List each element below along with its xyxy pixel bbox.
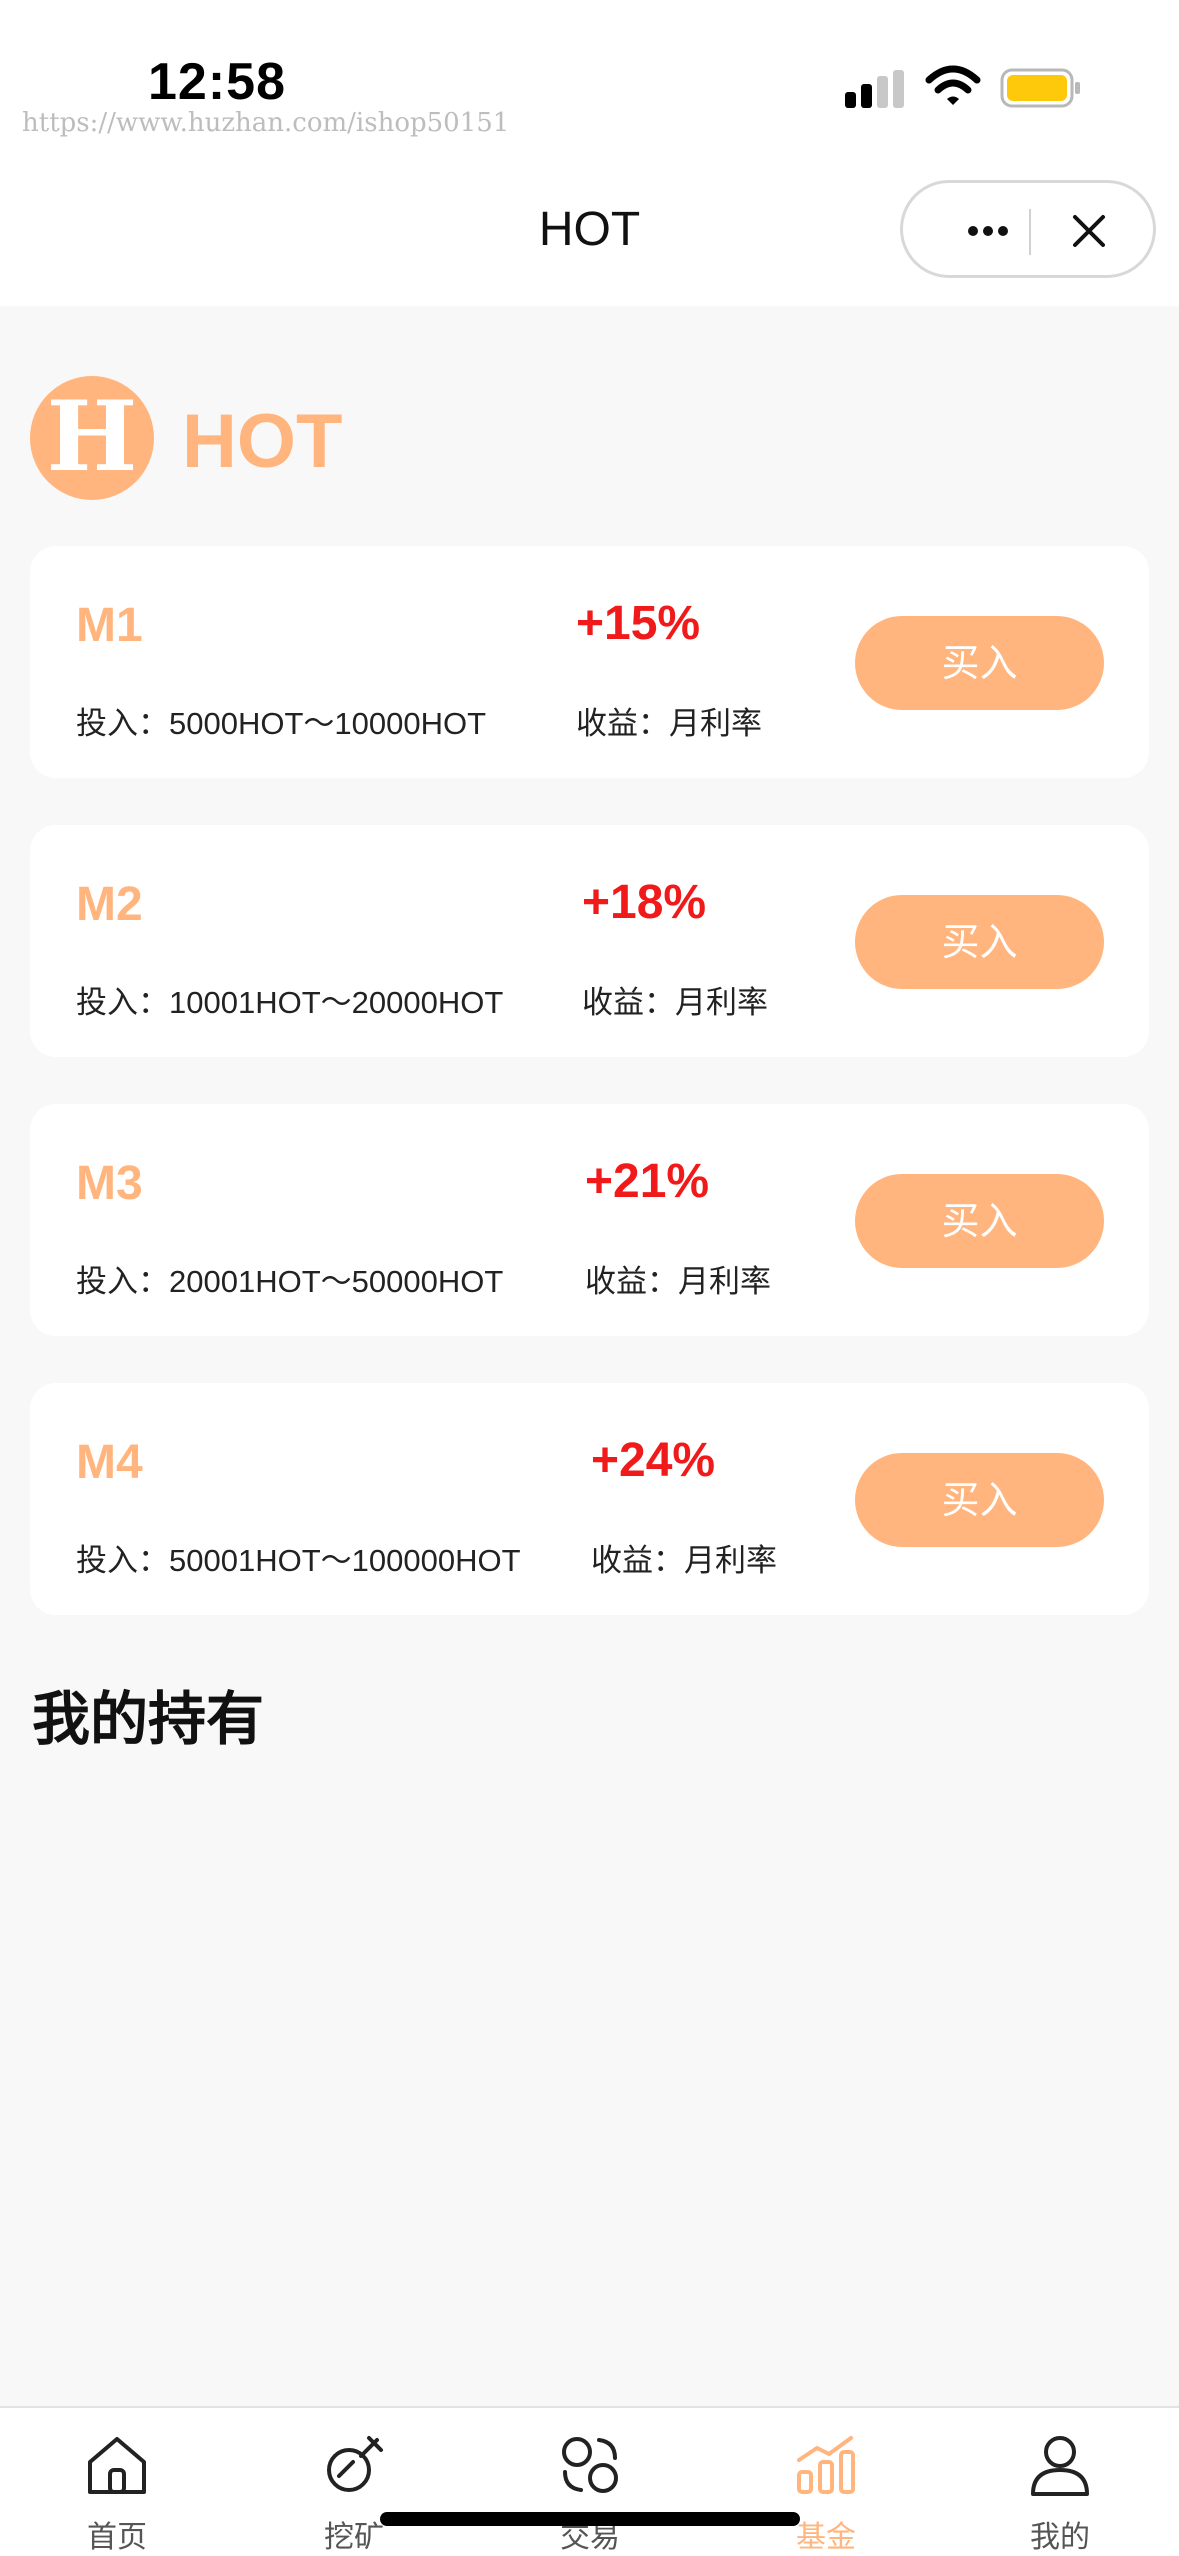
logo-letter: H [47,380,138,493]
fund-card-m2: M2 投入：10001HOT～20000HOT +18% 收益：月利率 买入 [30,825,1149,1057]
battery-icon [1000,68,1080,108]
bottom-tab-bar: 首页 挖矿 交易 基金 我的 [0,2406,1179,2556]
fund-plan-name: M1 [76,599,143,652]
user-icon [1031,2436,1089,2496]
my-holdings-title: 我的持有 [32,1685,265,1753]
home-icon [88,2437,146,2494]
fund-yield-label: 收益：月利率 [591,1543,777,1578]
exchange-icon [562,2437,618,2493]
fund-card-m3: M3 投入：20001HOT～50000HOT +21% 收益：月利率 买入 [30,1104,1149,1336]
watermark-text: https://www.huzhan.com/ishop50151 [22,108,510,138]
tab-profile[interactable]: 我的 [970,2408,1150,2556]
fund-yield-label: 收益：月利率 [582,985,768,1020]
buy-button[interactable]: 买入 [855,1453,1104,1547]
fund-card-m4: M4 投入：50001HOT～100000HOT +24% 收益：月利率 买入 [30,1383,1149,1615]
tab-fund[interactable]: 基金 [736,2408,916,2556]
buy-button[interactable]: 买入 [855,895,1104,989]
fund-investment-range: 投入：50001HOT～100000HOT [76,1543,521,1578]
more-dots-icon[interactable] [953,213,1023,249]
close-icon[interactable] [1069,211,1109,251]
fund-return-rate: +24% [591,1434,716,1487]
brand-name: HOT [182,399,343,484]
fund-chart-icon [797,2436,855,2494]
fund-plan-name: M3 [76,1157,143,1210]
fund-card-m1: M1 投入：5000HOT～10000HOT +15% 收益：月利率 买入 [30,546,1149,778]
capsule-divider [1029,209,1031,255]
fund-investment-range: 投入：5000HOT～10000HOT [76,706,487,741]
wifi-icon [925,65,981,105]
nav-bar: HOT [0,160,1179,306]
tab-label: 首页 [87,2520,147,2555]
buy-button[interactable]: 买入 [855,1174,1104,1268]
fund-return-rate: +18% [582,876,707,929]
fund-return-rate: +21% [585,1155,710,1208]
tab-home[interactable]: 首页 [27,2408,207,2556]
status-bar: 12:58 https://www.huzhan.com/ishop50151 [0,0,1179,160]
tab-trade[interactable]: 交易 [500,2408,680,2556]
hot-logo-icon: H [30,376,154,500]
mining-icon [327,2436,383,2492]
fund-yield-label: 收益：月利率 [585,1264,771,1299]
tab-mining[interactable]: 挖矿 [264,2408,444,2556]
fund-plan-name: M4 [76,1436,143,1489]
mini-program-capsule [900,180,1156,278]
buy-button[interactable]: 买入 [855,616,1104,710]
fund-page: 12:58 https://www.huzhan.com/ishop50151 … [0,0,1179,2556]
fund-return-rate: +15% [576,597,701,650]
fund-investment-range: 投入：10001HOT～20000HOT [76,985,504,1020]
fund-plan-name: M2 [76,878,143,931]
fund-yield-label: 收益：月利率 [576,706,762,741]
fund-investment-range: 投入：20001HOT～50000HOT [76,1264,504,1299]
tab-label: 我的 [1030,2520,1090,2555]
status-time: 12:58 [148,53,286,111]
home-indicator[interactable] [380,2512,800,2526]
signal-icon [845,70,904,108]
